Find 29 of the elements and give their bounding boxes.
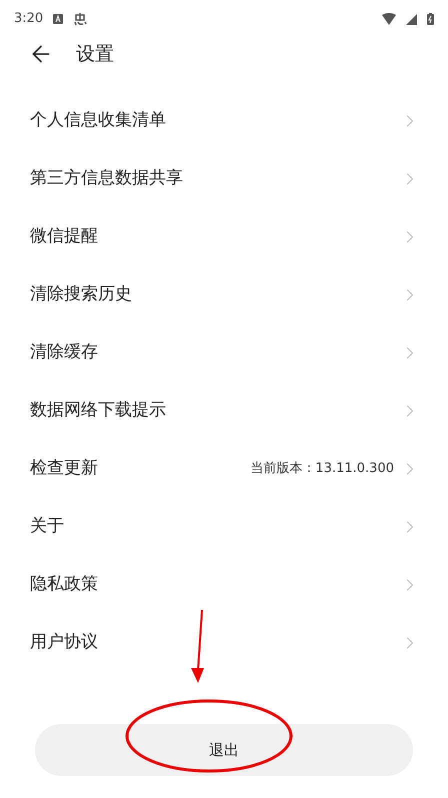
settings-item[interactable]: 数据网络下载提示 (0, 382, 448, 440)
item-label: 数据网络下载提示 (30, 399, 167, 422)
settings-item[interactable]: 微信提醒 (0, 208, 448, 266)
item-label: 微信提醒 (30, 225, 99, 248)
settings-item[interactable]: 检查更新 当前版本：13.11.0.300 (0, 440, 448, 498)
item-label: 关于 (30, 515, 65, 538)
status-time: 3:20 (14, 10, 44, 28)
notification-icon (53, 14, 64, 24)
item-label: 用户协议 (30, 631, 99, 654)
settings-item[interactable]: 个人信息收集清单 (0, 92, 448, 150)
settings-item[interactable]: 清除搜索历史 (0, 266, 448, 324)
item-label: 检查更新 (30, 457, 99, 480)
item-label: 隐私政策 (30, 573, 99, 596)
settings-item[interactable]: 清除缓存 (0, 324, 448, 382)
wifi-icon (382, 13, 396, 25)
item-label: 清除搜索历史 (30, 283, 133, 306)
item-label: 个人信息收集清单 (30, 109, 167, 132)
settings-item[interactable]: 关于 (0, 498, 448, 556)
version-text: 当前版本：13.11.0.300 (250, 460, 394, 478)
signal-icon (406, 14, 417, 24)
app-notification-icon (73, 12, 88, 26)
item-label: 清除缓存 (30, 341, 99, 364)
settings-item[interactable]: 隐私政策 (0, 556, 448, 614)
battery-icon (427, 13, 434, 25)
settings-item[interactable]: 第三方信息数据共享 (0, 150, 448, 208)
logout-button[interactable]: 退出 (35, 724, 413, 776)
page-title: 设置 (76, 42, 114, 67)
item-label: 第三方信息数据共享 (30, 167, 184, 190)
settings-item[interactable]: 用户协议 (0, 614, 448, 672)
